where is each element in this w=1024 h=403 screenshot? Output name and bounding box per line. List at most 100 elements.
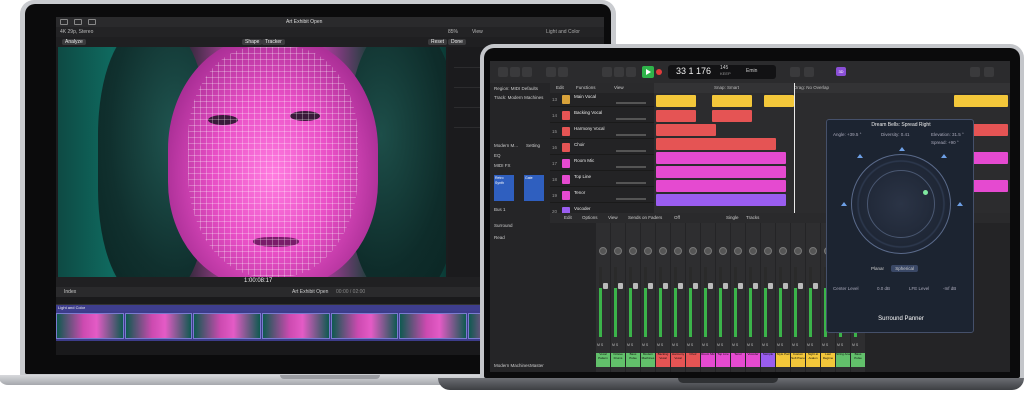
tracker-button[interactable]: Tracker (262, 39, 285, 45)
spatial-audio-icon[interactable]: 3D (836, 67, 846, 76)
video-clip[interactable] (56, 313, 124, 339)
mute-solo-buttons[interactable]: M S (642, 343, 648, 347)
sends-off-value[interactable]: Off (674, 215, 680, 220)
view-menu[interactable]: View (614, 85, 624, 90)
record-button[interactable] (656, 69, 662, 75)
surround-panner-window[interactable]: Dream Bells: Spread Right Angle: +39.5 °… (826, 119, 974, 333)
volume-fader[interactable] (798, 283, 803, 289)
plugin-stack-left[interactable]: Retro Synth (494, 175, 514, 201)
planar-mode[interactable]: Planar (871, 266, 884, 271)
rewind-icon[interactable] (602, 67, 612, 77)
pan-knob[interactable] (719, 247, 727, 255)
plugin-stack-right[interactable]: Gate (524, 175, 544, 201)
mute-solo-buttons[interactable]: M S (732, 343, 738, 347)
track-icon[interactable] (562, 95, 570, 104)
volume-fader[interactable] (813, 283, 818, 289)
track-icon[interactable] (562, 127, 570, 136)
audio-region[interactable] (764, 95, 794, 107)
volume-fader[interactable] (708, 283, 713, 289)
mixer-icon[interactable] (546, 67, 556, 77)
shape-button[interactable]: Shape (242, 39, 263, 45)
mute-solo-buttons[interactable]: M S (627, 343, 633, 347)
mute-solo-buttons[interactable]: M S (687, 343, 693, 347)
volume-fader[interactable] (648, 283, 653, 289)
browser-icon[interactable] (984, 67, 994, 77)
mute-solo-buttons[interactable]: M S (717, 343, 723, 347)
track-icon[interactable] (562, 143, 570, 152)
track-icon[interactable] (562, 175, 570, 184)
track-header[interactable]: 14 Backing Vocal (550, 109, 654, 123)
mute-solo-buttons[interactable]: M S (792, 343, 798, 347)
mute-solo-buttons[interactable]: M S (807, 343, 813, 347)
track-header[interactable]: 13 Main Vocal (550, 93, 654, 107)
pan-knob[interactable] (689, 247, 697, 255)
midi-region[interactable] (656, 194, 786, 206)
volume-fader[interactable] (768, 283, 773, 289)
mute-solo-buttons[interactable]: M S (852, 343, 858, 347)
track-header[interactable]: 16 Choir (550, 141, 654, 155)
video-clip[interactable] (261, 313, 330, 339)
volume-fader[interactable] (618, 283, 623, 289)
audio-region[interactable] (656, 110, 696, 122)
analyze-button[interactable]: Analyze (62, 39, 86, 45)
mute-solo-buttons[interactable]: M S (822, 343, 828, 347)
zoom-menu[interactable]: 85% (448, 29, 458, 35)
track-volume-slider[interactable] (616, 150, 646, 152)
audio-region[interactable] (656, 166, 786, 178)
audio-region[interactable] (656, 138, 776, 150)
track-icon[interactable] (562, 159, 570, 168)
volume-fader[interactable] (603, 283, 608, 289)
mixer-edit-menu[interactable]: Edit (564, 215, 572, 220)
volume-fader[interactable] (723, 283, 728, 289)
import-icon[interactable] (60, 19, 68, 25)
volume-fader[interactable] (678, 283, 683, 289)
audio-region[interactable] (712, 110, 752, 122)
volume-fader[interactable] (753, 283, 758, 289)
video-clip[interactable] (330, 313, 399, 339)
pan-position-handle[interactable] (923, 190, 928, 195)
shape-mask-grid[interactable] (188, 47, 358, 277)
diversity-value[interactable]: Diversity: 0.41 (881, 132, 910, 137)
video-clip[interactable] (124, 313, 193, 339)
eq-slot[interactable]: EQ (494, 153, 501, 158)
snap-value[interactable]: Smart (727, 85, 739, 90)
pan-knob[interactable] (659, 247, 667, 255)
metronome-icon[interactable] (790, 67, 800, 77)
bus-send[interactable]: Bus 1 (494, 207, 506, 212)
pan-knob[interactable] (749, 247, 757, 255)
index-button[interactable]: Index (64, 289, 76, 295)
bar-ruler[interactable]: Snap: Smart Drag: No Overlap (654, 83, 1010, 93)
track-volume-slider[interactable] (616, 118, 646, 120)
functions-menu[interactable]: Functions (576, 85, 596, 90)
elevation-value[interactable]: Elevation: 31.5 ° (931, 132, 964, 137)
pan-knob[interactable] (764, 247, 772, 255)
track-volume-slider[interactable] (616, 166, 646, 168)
mute-solo-buttons[interactable]: M S (672, 343, 678, 347)
check-icon[interactable] (88, 19, 96, 25)
track-volume-slider[interactable] (616, 134, 646, 136)
playhead[interactable] (794, 83, 795, 213)
pan-knob[interactable] (614, 247, 622, 255)
pan-knob[interactable] (794, 247, 802, 255)
inspector-icon[interactable] (510, 67, 520, 77)
angle-value[interactable]: Angle: +39.5 ° (833, 132, 861, 137)
mute-solo-buttons[interactable]: M S (657, 343, 663, 347)
volume-fader[interactable] (783, 283, 788, 289)
audio-region[interactable] (712, 95, 752, 107)
single-filter[interactable]: Single (726, 215, 739, 220)
timecode-display[interactable]: 1:00:08:17 (244, 278, 272, 284)
volume-fader[interactable] (633, 283, 638, 289)
pan-knob[interactable] (809, 247, 817, 255)
tracks-filter[interactable]: Tracks (746, 215, 759, 220)
spread-value[interactable]: Spread: +90 ° (931, 140, 959, 145)
video-clip[interactable] (193, 313, 261, 339)
pan-knob[interactable] (644, 247, 652, 255)
tuner-icon[interactable] (804, 67, 814, 77)
track-icon[interactable] (562, 111, 570, 120)
spherical-mode[interactable]: Spherical (891, 265, 919, 272)
automation-mode[interactable]: Read (494, 235, 505, 240)
track-header[interactable]: 18 Top Line (550, 173, 654, 187)
edit-menu[interactable]: Edit (556, 85, 564, 90)
audio-region[interactable] (656, 124, 716, 136)
midi-fx-slot[interactable]: MIDI FX (494, 163, 511, 168)
